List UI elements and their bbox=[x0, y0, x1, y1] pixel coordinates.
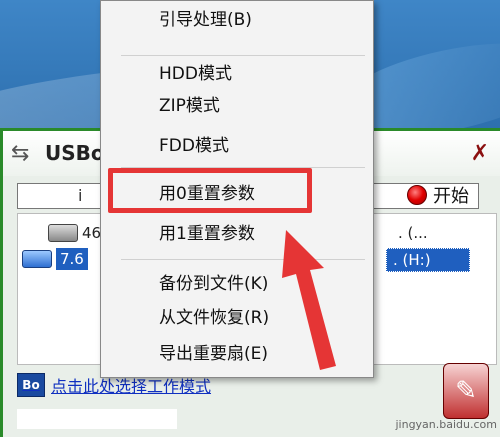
menu-item-export[interactable]: 导出重要扇(E) bbox=[159, 341, 268, 367]
menu-item-zip[interactable]: ZIP模式 bbox=[159, 93, 220, 119]
usb-drive-icon bbox=[22, 250, 52, 268]
menu-item-hdd[interactable]: HDD模式 bbox=[159, 61, 232, 87]
bo-logo-icon: Bo bbox=[17, 373, 45, 397]
close-icon[interactable]: ✗ bbox=[471, 141, 489, 166]
arrow-annotation-icon bbox=[282, 230, 336, 370]
menu-item-backup[interactable]: 备份到文件(K) bbox=[159, 271, 268, 297]
status-bar bbox=[17, 409, 177, 429]
start-button[interactable]: 开始 bbox=[407, 181, 469, 209]
menu-separator bbox=[121, 55, 365, 56]
red-dot-icon bbox=[407, 185, 427, 205]
menu-item-fdd[interactable]: FDD模式 bbox=[159, 133, 229, 159]
paint-tool-icon[interactable]: ✎ bbox=[443, 363, 489, 419]
menu-item-reset-1[interactable]: 用1重置参数 bbox=[159, 221, 255, 247]
start-label: 开始 bbox=[433, 186, 469, 207]
device-info: . (... bbox=[398, 224, 428, 242]
highlight-box bbox=[108, 168, 312, 213]
menu-item-restore[interactable]: 从文件恢复(R) bbox=[159, 305, 269, 331]
hdd-icon bbox=[48, 224, 78, 242]
device-info-selected: . (H:) bbox=[386, 248, 470, 272]
menu-item-boot[interactable]: 引导处理(B) bbox=[159, 7, 252, 33]
watermark: jingyan.baidu.com bbox=[395, 418, 497, 431]
device-label: 7.6 bbox=[56, 248, 88, 270]
usb-icon: ⇆ bbox=[11, 141, 30, 166]
